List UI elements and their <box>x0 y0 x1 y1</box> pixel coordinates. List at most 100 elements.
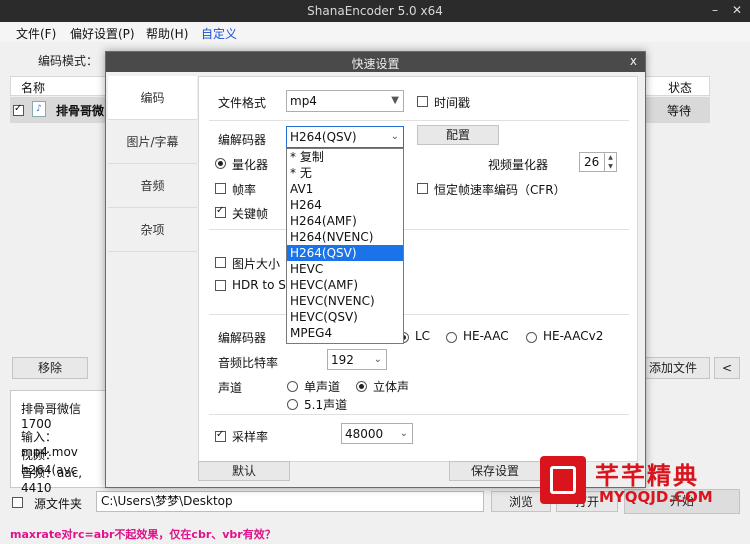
video-quantizer-value: 26 <box>584 155 600 169</box>
cfr-label: 恒定帧速率编码（CFR） <box>434 183 566 197</box>
he-aac-radio[interactable] <box>446 332 457 343</box>
save-settings-button[interactable]: 保存设置 <box>449 461 541 481</box>
codec-option[interactable]: H264(AMF) <box>287 213 403 229</box>
watermark: 芊芊精典 MYQQJD.COM <box>537 456 750 510</box>
quantizer-label: 量化器 <box>232 158 269 172</box>
codec-option[interactable]: * 复制 <box>287 149 403 165</box>
file-format-select[interactable]: mp4 ▼ <box>286 90 404 112</box>
surround-label: 5.1声道 <box>304 398 348 412</box>
window-titlebar: ShanaEncoder 5.0 x64 – ✕ <box>0 0 750 22</box>
menu-file[interactable]: 文件(F) <box>16 25 56 42</box>
close-button[interactable]: ✕ <box>728 2 746 18</box>
codec-option[interactable]: HEVC(QSV) <box>287 309 403 325</box>
audio-codec-label: 编解码器 <box>218 331 267 345</box>
tab-image-subtitle[interactable]: 图片/字幕 <box>108 120 197 164</box>
image-size-label: 图片大小 <box>232 257 281 271</box>
lc-label: LC <box>415 329 431 343</box>
default-button[interactable]: 默认 <box>198 461 290 481</box>
file-format-value: mp4 <box>290 94 317 108</box>
chevron-down-icon: ⌄ <box>399 428 408 439</box>
column-status[interactable]: 状态 <box>668 79 692 96</box>
codec-option[interactable]: HEVC(AMF) <box>287 277 403 293</box>
encode-mode-label: 编码模式： <box>38 54 99 68</box>
samplerate-select[interactable]: 48000 ⌄ <box>341 423 413 444</box>
source-folder-label: 源文件夹 <box>34 497 83 511</box>
add-file-button[interactable]: 添加文件 <box>636 357 710 379</box>
file-info-title: 排骨哥微信1700 <box>21 402 82 431</box>
samplerate-label: 采样率 <box>232 430 269 444</box>
audio-bitrate-select[interactable]: 192 ⌄ <box>327 349 387 370</box>
spinner-arrows-icon[interactable]: ▲ ▼ <box>604 153 616 171</box>
samplerate-checkbox[interactable] <box>215 429 226 442</box>
audio-bitrate-label: 音频比特率 <box>218 356 279 370</box>
surround-radio[interactable] <box>287 399 298 410</box>
hdr-checkbox[interactable] <box>215 280 226 291</box>
channel-label: 声道 <box>218 381 243 395</box>
status-message: maxrate对rc=abr不起效果，仅在cbr、vbr有效？ <box>10 528 276 541</box>
dialog-titlebar: 快速设置 x <box>106 52 645 72</box>
menubar: 文件(F) 偏好设置(P) 帮助(H) 自定义 <box>0 22 750 42</box>
watermark-logo-icon <box>540 456 586 504</box>
codec-dropdown-list: * 复制 * 无 AV1 H264 H264(AMF) H264(NVENC) … <box>286 148 404 344</box>
menu-custom[interactable]: 自定义 <box>201 25 237 42</box>
chevron-down-icon: ⌄ <box>373 354 382 365</box>
remove-button[interactable]: 移除 <box>12 357 88 379</box>
column-name[interactable]: 名称 <box>21 79 45 96</box>
video-quantizer-label: 视频量化器 <box>488 158 549 172</box>
codec-option[interactable]: AV1 <box>287 181 403 197</box>
watermark-url: MYQQJD.COM <box>599 488 713 506</box>
quantizer-radio[interactable] <box>215 158 226 169</box>
file-info-panel: 排骨哥微信1700 输入：mp4.mov 视频：h264(avc 音频：aac,… <box>10 390 110 495</box>
config-button[interactable]: 配置 <box>417 125 499 145</box>
codec-value: H264(QSV) <box>290 130 357 144</box>
row-checkbox[interactable] <box>13 103 24 116</box>
codec-option[interactable]: H264(NVENC) <box>287 229 403 245</box>
mono-radio[interactable] <box>287 381 298 392</box>
timestamp-checkbox[interactable] <box>417 96 428 107</box>
video-quantizer-spinner[interactable]: 26 ▲ ▼ <box>579 152 617 172</box>
media-file-icon: ♪ <box>32 101 46 117</box>
output-path-field[interactable]: C:\Users\梦梦\Desktop <box>96 491 484 512</box>
source-folder-checkbox[interactable] <box>12 497 23 508</box>
framerate-label: 帧率 <box>232 183 257 197</box>
menu-help[interactable]: 帮助(H) <box>146 25 188 42</box>
file-format-label: 文件格式 <box>218 96 267 110</box>
menu-preferences[interactable]: 偏好设置(P) <box>70 25 135 42</box>
mono-label: 单声道 <box>304 380 341 394</box>
audio-bitrate-value: 192 <box>331 353 354 367</box>
stereo-label: 立体声 <box>373 380 410 394</box>
dialog-close-button[interactable]: x <box>630 54 637 68</box>
chevron-down-icon: ▼ <box>391 95 399 106</box>
codec-option[interactable]: HEVC(NVENC) <box>287 293 403 309</box>
row-file-name: 排骨哥微 <box>56 104 105 118</box>
minimize-button[interactable]: – <box>706 2 724 18</box>
image-size-checkbox[interactable] <box>215 257 226 268</box>
watermark-text: 芊芊精典 <box>595 462 699 490</box>
he-aacv2-label: HE-AACv2 <box>543 329 604 343</box>
row-status: 等待 <box>667 104 692 118</box>
chevron-down-icon: ⌄ <box>390 131 399 142</box>
stereo-radio[interactable] <box>356 381 367 392</box>
quick-settings-dialog: 快速设置 x 编码 图片/字幕 音频 杂项 文件格式 mp4 ▼ 时间戳 编解码… <box>105 51 646 488</box>
tab-encode[interactable]: 编码 <box>108 76 197 120</box>
codec-label: 编解码器 <box>218 133 267 147</box>
tab-misc[interactable]: 杂项 <box>108 208 197 252</box>
framerate-checkbox[interactable] <box>215 183 226 194</box>
dialog-title: 快速设置 <box>351 57 400 71</box>
samplerate-value: 48000 <box>345 427 384 441</box>
codec-option-selected[interactable]: H264(QSV) <box>287 245 403 261</box>
keyframe-checkbox[interactable] <box>215 205 226 218</box>
codec-option[interactable]: H264 <box>287 197 403 213</box>
codec-select[interactable]: H264(QSV) ⌄ <box>286 126 404 148</box>
codec-option[interactable]: * 无 <box>287 165 403 181</box>
he-aacv2-radio[interactable] <box>526 332 537 343</box>
keyframe-label: 关键帧 <box>232 207 269 221</box>
cfr-checkbox[interactable] <box>417 183 428 194</box>
he-aac-label: HE-AAC <box>463 329 509 343</box>
tab-audio[interactable]: 音频 <box>108 164 197 208</box>
panel-toggle-button[interactable]: < <box>714 357 740 379</box>
window-title: ShanaEncoder 5.0 x64 <box>307 4 443 18</box>
codec-option[interactable]: HEVC <box>287 261 403 277</box>
timestamp-label: 时间戳 <box>434 96 471 110</box>
codec-option[interactable]: MPEG4 <box>287 325 403 341</box>
